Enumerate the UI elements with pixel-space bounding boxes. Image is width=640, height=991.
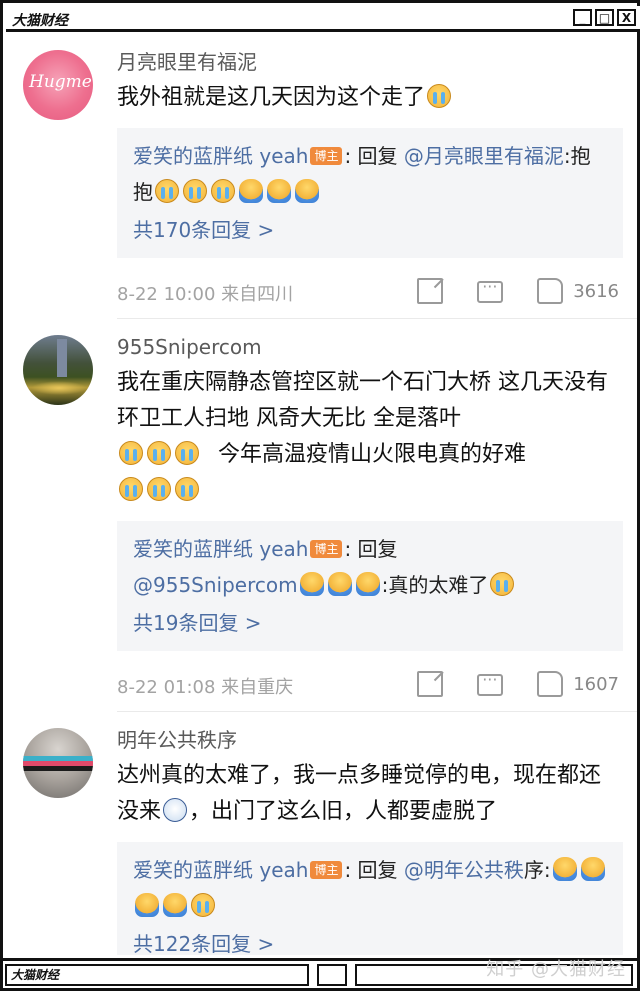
crying-emoji-icon xyxy=(427,84,452,108)
comment-time-location: 8-22 10:00 来自四川 xyxy=(117,284,294,305)
maximize-button[interactable]: □ xyxy=(595,9,614,26)
reply-mention[interactable]: @955Snipercom xyxy=(133,573,298,597)
crying-emoji-icon xyxy=(191,893,215,917)
crying-emoji-icon xyxy=(211,179,235,203)
view-replies-link[interactable]: 共19条回复 > xyxy=(133,607,607,639)
watermark: 知乎 @大猫财经 xyxy=(486,959,626,980)
crying-emoji-icon xyxy=(147,441,171,465)
share-icon[interactable] xyxy=(417,671,444,697)
reply-mention[interactable]: @明年公共秩 xyxy=(404,858,524,882)
hug-emoji-icon xyxy=(299,572,324,596)
comment-username[interactable]: 明年公共秩序 xyxy=(117,726,619,754)
hug-emoji-icon xyxy=(295,179,319,203)
reply-text: :真的太难了 xyxy=(381,573,489,597)
avatar[interactable] xyxy=(23,728,93,798)
view-replies-link[interactable]: 共122条回复 > xyxy=(133,928,607,955)
crying-emoji-icon xyxy=(175,441,199,465)
comment-item: 明年公共秩序 达州真的太难了，我一点多睡觉停的电，现在都还没来 ，出门了这么旧，人… xyxy=(3,712,637,955)
author-badge: 博主 xyxy=(310,147,343,165)
hug-emoji-icon xyxy=(580,857,605,881)
comment-time-location: 8-22 01:08 来自重庆 xyxy=(117,677,294,698)
comment-text: 我在重庆隔静态管控区就一个石门大桥 这几天没有环卫工人扫地 风奇大无比 全是落叶… xyxy=(117,365,619,509)
reply-line: 爱笑的蓝胖纸 yeah 博主: 回复 @月亮眼里有福泥:抱抱 xyxy=(133,138,607,210)
comment-text: 达州真的太难了，我一点多睡觉停的电，现在都还没来 ，出门了这么旧，人都要虚脱了 xyxy=(117,758,619,830)
comment-text-content: 我外祖就是这几天因为这个走了 xyxy=(117,85,426,110)
comment-meta: 8-22 01:08 来自重庆 1607 xyxy=(117,661,619,711)
reply-text: 序: xyxy=(523,858,551,882)
reply-author[interactable]: 爱笑的蓝胖纸 yeah xyxy=(133,858,308,882)
hug-emoji-icon xyxy=(552,857,577,881)
reply-author[interactable]: 爱笑的蓝胖纸 yeah xyxy=(133,144,308,168)
comment-username[interactable]: 955Snipercom xyxy=(117,333,619,361)
bottom-bar-label: 大猫财经 xyxy=(5,964,309,986)
reply-preview[interactable]: 爱笑的蓝胖纸 yeah 博主: 回复 @月亮眼里有福泥:抱抱 共170条回复 > xyxy=(117,128,623,258)
comment-actions: 3616 xyxy=(383,277,619,304)
view-replies-link[interactable]: 共170条回复 > xyxy=(133,214,607,246)
window-title: 大猫财经 xyxy=(12,13,68,29)
comment-icon[interactable] xyxy=(477,277,504,303)
hug-emoji-icon xyxy=(327,572,352,596)
comment-item: 955Snipercom 我在重庆隔静态管控区就一个石门大桥 这几天没有环卫工人… xyxy=(3,319,637,711)
like-count: 3616 xyxy=(573,280,619,302)
avatar-logo-text: Hugme xyxy=(29,72,92,92)
author-badge: 博主 xyxy=(310,540,343,558)
avatar-lights xyxy=(31,381,87,395)
hug-emoji-icon xyxy=(267,179,291,203)
hug-emoji-icon xyxy=(239,179,263,203)
shocked-emoji-icon xyxy=(163,798,188,822)
crying-emoji-icon xyxy=(147,477,171,501)
like-icon[interactable] xyxy=(537,278,564,304)
crying-emoji-icon xyxy=(119,441,143,465)
comment-actions: 1607 xyxy=(383,670,619,697)
reply-prefix: : 回复 xyxy=(344,537,398,561)
close-button[interactable]: X xyxy=(617,9,636,26)
reply-prefix: : 回复 xyxy=(344,858,404,882)
comment-text: 我外祖就是这几天因为这个走了 xyxy=(117,80,619,116)
comment-username[interactable]: 月亮眼里有福泥 xyxy=(117,48,619,76)
crying-emoji-icon xyxy=(175,477,199,501)
comment-text-content-2: ，出门了这么旧，人都要虚脱了 xyxy=(189,799,498,824)
window-controls: _ □ X xyxy=(573,9,636,26)
like-icon[interactable] xyxy=(537,671,564,697)
reply-preview[interactable]: 爱笑的蓝胖纸 yeah 博主: 回复 @明年公共秩序: 共122条回复 > xyxy=(117,842,623,955)
like-count: 1607 xyxy=(573,673,619,695)
title-bar: 大猫财经 _ □ X xyxy=(6,6,640,32)
comment-item: Hugme 月亮眼里有福泥 我外祖就是这几天因为这个走了 爱笑的蓝胖纸 yeah… xyxy=(3,34,637,318)
avatar-building xyxy=(57,339,67,377)
reply-line: 爱笑的蓝胖纸 yeah 博主: 回复 @955Snipercom :真的太难了 xyxy=(133,531,607,603)
crying-emoji-icon xyxy=(490,572,515,596)
minimize-button[interactable]: _ xyxy=(573,9,592,26)
comment-text-content: 我在重庆隔静态管控区就一个石门大桥 这几天没有环卫工人扫地 风奇大无比 全是落叶 xyxy=(117,370,608,431)
bottom-bar-box xyxy=(317,964,347,986)
author-badge: 博主 xyxy=(310,861,343,879)
share-icon[interactable] xyxy=(417,278,444,304)
reply-prefix: : 回复 xyxy=(344,144,404,168)
reply-author[interactable]: 爱笑的蓝胖纸 yeah xyxy=(133,537,308,561)
crying-emoji-icon xyxy=(119,477,143,501)
comment-meta: 8-22 10:00 来自四川 3616 xyxy=(117,268,619,318)
reply-mention[interactable]: @月亮眼里有福泥 xyxy=(404,144,564,168)
hug-emoji-icon xyxy=(355,572,380,596)
avatar[interactable] xyxy=(23,335,93,405)
crying-emoji-icon xyxy=(155,179,179,203)
avatar-stripe xyxy=(23,766,93,771)
avatar[interactable]: Hugme xyxy=(23,50,93,120)
reply-preview[interactable]: 爱笑的蓝胖纸 yeah 博主: 回复 @955Snipercom :真的太难了 共19… xyxy=(117,521,623,651)
comment-text-content-2: 今年高温疫情山火限电真的好难 xyxy=(218,442,527,467)
reply-line: 爱笑的蓝胖纸 yeah 博主: 回复 @明年公共秩序: xyxy=(133,852,607,924)
comment-list: Hugme 月亮眼里有福泥 我外祖就是这几天因为这个走了 爱笑的蓝胖纸 yeah… xyxy=(3,34,637,955)
crying-emoji-icon xyxy=(183,179,207,203)
comment-icon[interactable] xyxy=(477,670,504,696)
hug-emoji-icon xyxy=(135,893,159,917)
hug-emoji-icon xyxy=(163,893,187,917)
